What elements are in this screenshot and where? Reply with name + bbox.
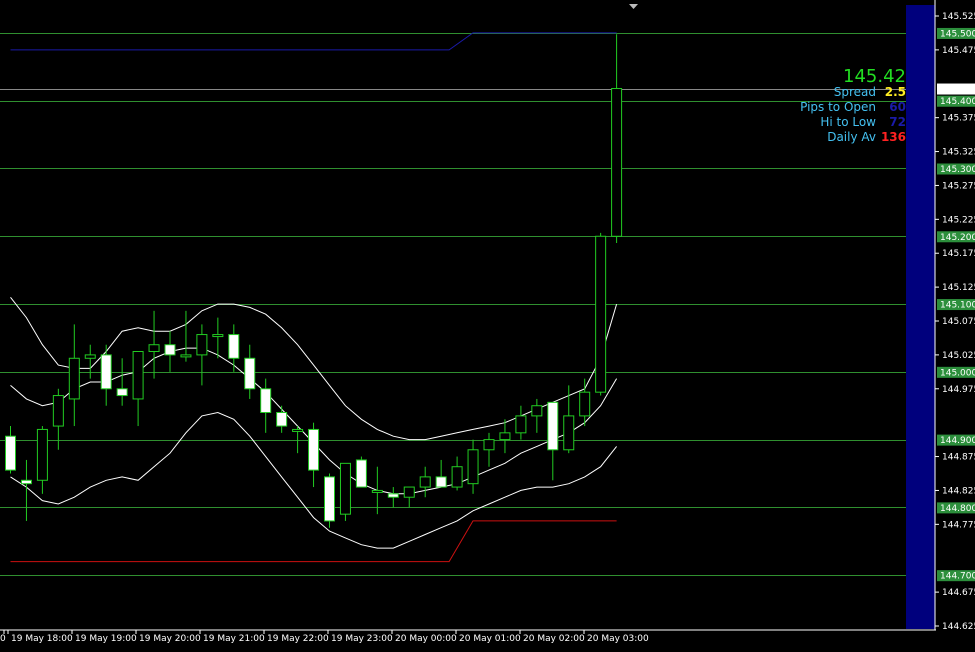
- price-tick-label: 144.775: [942, 520, 975, 530]
- price-tick-label: 145.375: [942, 114, 975, 124]
- level-tag: 145.200: [940, 233, 975, 243]
- candle-body-down: [100, 354, 112, 390]
- candle-body-up: [611, 88, 623, 237]
- info-value: 60: [889, 100, 906, 114]
- time-label: 20 May 01:00: [459, 634, 521, 644]
- candle-body-up: [148, 344, 160, 353]
- candle-body-up: [595, 235, 607, 393]
- candle-body-up: [212, 334, 224, 338]
- level-tag: 144.900: [940, 436, 975, 446]
- candle-body-up: [579, 391, 591, 417]
- time-label: 19 May 20:00: [139, 634, 201, 644]
- level-tag: 144.700: [940, 572, 975, 582]
- candle-body-up: [483, 439, 495, 451]
- candle-body-up: [403, 486, 415, 498]
- candle-body-down: [435, 476, 447, 488]
- candle-body-up: [36, 428, 48, 481]
- time-label: 20 May 02:00: [523, 634, 585, 644]
- candle-body-down: [5, 435, 16, 471]
- candle-body-up: [132, 351, 144, 400]
- price-tick-label: 144.675: [942, 588, 975, 598]
- candle-body-down: [547, 401, 559, 451]
- candle-body-up: [371, 489, 383, 493]
- current-price: 145.42: [843, 66, 906, 87]
- time-label: 19 May 18:00: [11, 634, 73, 644]
- price-tick-label: 144.975: [942, 385, 975, 395]
- candle-body-up: [499, 432, 511, 441]
- price-tick-label: 145.075: [942, 317, 975, 327]
- candle-body-up: [84, 354, 96, 359]
- candle-body-up: [52, 395, 64, 427]
- time-label: 19 May 19:00: [75, 634, 137, 644]
- price-tick-label: 145.475: [942, 46, 975, 56]
- candle-body-down: [324, 476, 335, 522]
- info-value: 136: [881, 130, 906, 144]
- price-tick-label: 145.025: [942, 351, 975, 361]
- candle-body-down: [387, 493, 399, 498]
- time-label: 19 May 22:00: [267, 634, 329, 644]
- chart-background: [0, 0, 975, 652]
- candle-body-down: [20, 479, 32, 485]
- info-label: Spread: [834, 85, 876, 99]
- candle-body-down: [164, 344, 176, 356]
- info-value: 2.5: [885, 85, 906, 99]
- candle-body-up: [515, 415, 527, 434]
- time-label: 0: [0, 634, 6, 644]
- candle-body-up: [467, 449, 479, 485]
- candle-body-up: [419, 476, 431, 488]
- candle-body-down: [116, 388, 128, 397]
- candle-body-up: [196, 334, 208, 356]
- candle-body-down: [244, 357, 256, 390]
- level-tag: 145.000: [940, 368, 975, 378]
- candlestick-chart: 145.525 145.475 145.375 145.325 145.275 145.2…: [0, 0, 975, 652]
- price-tick-label: 145.125: [942, 283, 975, 293]
- candle-body-down: [276, 412, 288, 427]
- candle-body-up: [531, 405, 543, 417]
- candle-body-up: [563, 415, 575, 451]
- price-tick-label: 144.625: [942, 622, 975, 632]
- current-price-tag: 145.418: [940, 85, 975, 95]
- level-tag: 144.800: [940, 504, 975, 514]
- time-label: 19 May 21:00: [203, 634, 265, 644]
- candle-body-up: [180, 354, 192, 358]
- info-label: Pips to Open: [800, 100, 876, 114]
- candle-body-up: [68, 357, 80, 400]
- time-label: 19 May 23:00: [331, 634, 393, 644]
- candle-body-up: [451, 466, 463, 488]
- candle-body-down: [355, 459, 367, 488]
- level-tag: 145.400: [940, 97, 975, 107]
- price-tick-label: 145.275: [942, 181, 975, 191]
- level-tag: 145.100: [940, 301, 975, 311]
- time-label: 20 May 00:00: [395, 634, 457, 644]
- price-tick-label: 145.175: [942, 249, 975, 259]
- level-tag: 145.500: [940, 29, 975, 39]
- candle-body-down: [308, 428, 320, 471]
- level-tag: 145.300: [940, 165, 975, 175]
- candle-body-up: [339, 462, 351, 515]
- candle-body-up: [292, 428, 304, 432]
- candle-body-down: [260, 388, 272, 413]
- price-tick-label: 144.875: [942, 453, 975, 463]
- candle-body-down: [228, 334, 240, 359]
- info-label: Hi to Low: [820, 115, 876, 129]
- price-tick-label: 145.325: [942, 148, 975, 158]
- right-margin-panel: [906, 5, 935, 629]
- price-tick-label: 145.525: [942, 12, 975, 22]
- price-tick-label: 144.825: [942, 486, 975, 496]
- info-label: Daily Av: [827, 130, 876, 144]
- info-value: 72: [889, 115, 906, 129]
- time-label: 20 May 03:00: [587, 634, 649, 644]
- price-tick-label: 145.225: [942, 215, 975, 225]
